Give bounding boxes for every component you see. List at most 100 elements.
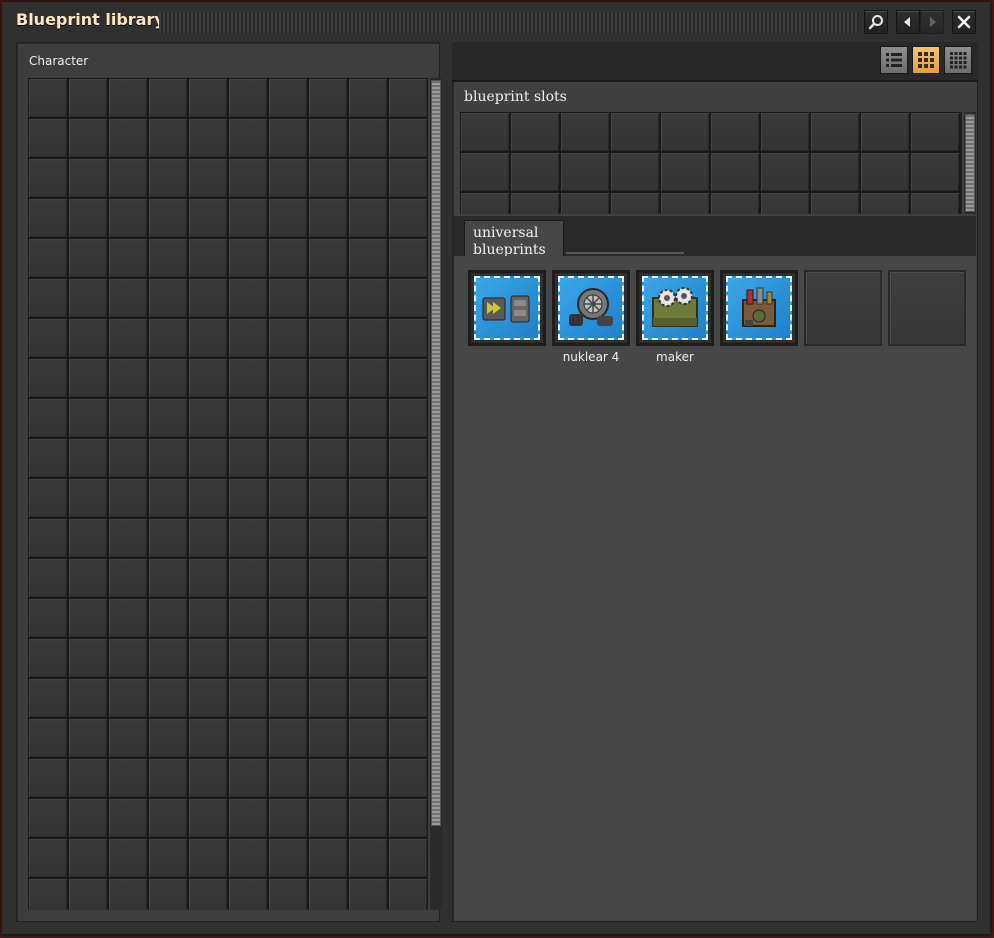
inventory-slot[interactable] — [68, 358, 108, 398]
inventory-slot[interactable] — [148, 358, 188, 398]
blueprint-slot[interactable] — [610, 112, 660, 152]
inventory-slot[interactable] — [28, 278, 68, 318]
blueprint-slot[interactable] — [810, 112, 860, 152]
inventory-slot[interactable] — [388, 838, 428, 878]
inventory-slot[interactable] — [68, 398, 108, 438]
inventory-slot[interactable] — [148, 798, 188, 838]
inventory-slot[interactable] — [28, 598, 68, 638]
inventory-slot[interactable] — [348, 798, 388, 838]
inventory-slot[interactable] — [388, 758, 428, 798]
inventory-slot[interactable] — [188, 238, 228, 278]
inventory-slot[interactable] — [388, 158, 428, 198]
inventory-slot[interactable] — [388, 78, 428, 118]
inventory-slot[interactable] — [388, 358, 428, 398]
inventory-slot[interactable] — [148, 598, 188, 638]
inventory-slot[interactable] — [228, 358, 268, 398]
inventory-slot[interactable] — [188, 518, 228, 558]
inventory-slot[interactable] — [28, 478, 68, 518]
inventory-slot[interactable] — [68, 838, 108, 878]
inventory-slot[interactable] — [108, 78, 148, 118]
inventory-slot[interactable] — [268, 198, 308, 238]
blueprint-slot[interactable] — [660, 152, 710, 192]
inventory-slot[interactable] — [148, 718, 188, 758]
character-scrollbar[interactable] — [430, 78, 442, 910]
inventory-slot[interactable] — [308, 278, 348, 318]
inventory-slot[interactable] — [228, 678, 268, 718]
inventory-slot[interactable] — [228, 558, 268, 598]
inventory-slot[interactable] — [308, 878, 348, 910]
blueprint-slot[interactable] — [660, 112, 710, 152]
inventory-slot[interactable] — [108, 118, 148, 158]
inventory-slot[interactable] — [268, 238, 308, 278]
inventory-slot[interactable] — [348, 78, 388, 118]
inventory-slot[interactable] — [148, 158, 188, 198]
back-button[interactable] — [896, 10, 920, 34]
blueprint-slot[interactable] — [860, 152, 910, 192]
inventory-slot[interactable] — [268, 558, 308, 598]
inventory-slot[interactable] — [348, 318, 388, 358]
inventory-slot[interactable] — [108, 278, 148, 318]
inventory-slot[interactable] — [188, 638, 228, 678]
inventory-slot[interactable] — [348, 198, 388, 238]
inventory-slot[interactable] — [188, 78, 228, 118]
inventory-slot[interactable] — [68, 198, 108, 238]
inventory-slot[interactable] — [268, 318, 308, 358]
inventory-slot[interactable] — [228, 838, 268, 878]
inventory-slot[interactable] — [28, 558, 68, 598]
inventory-slot[interactable] — [68, 758, 108, 798]
small-grid-view-button[interactable] — [944, 46, 972, 74]
inventory-slot[interactable] — [228, 518, 268, 558]
inventory-slot[interactable] — [188, 198, 228, 238]
inventory-slot[interactable] — [308, 518, 348, 558]
inventory-slot[interactable] — [348, 438, 388, 478]
inventory-slot[interactable] — [28, 798, 68, 838]
inventory-slot[interactable] — [268, 758, 308, 798]
blueprint-slot[interactable] — [760, 152, 810, 192]
inventory-slot[interactable] — [108, 438, 148, 478]
blueprint-slot[interactable] — [460, 152, 510, 192]
inventory-slot[interactable] — [28, 718, 68, 758]
inventory-slot[interactable] — [348, 678, 388, 718]
tab-universal-blueprints[interactable]: universal blueprints — [464, 220, 564, 258]
inventory-slot[interactable] — [148, 78, 188, 118]
inventory-slot[interactable] — [228, 398, 268, 438]
inventory-slot[interactable] — [388, 318, 428, 358]
inventory-slot[interactable] — [108, 598, 148, 638]
inventory-slot[interactable] — [108, 758, 148, 798]
inventory-slot[interactable] — [148, 238, 188, 278]
inventory-slot[interactable] — [388, 398, 428, 438]
inventory-slot[interactable] — [268, 438, 308, 478]
slots-scrollbar[interactable] — [964, 112, 976, 214]
inventory-slot[interactable] — [388, 598, 428, 638]
inventory-slot[interactable] — [228, 198, 268, 238]
inventory-slot[interactable] — [228, 598, 268, 638]
inventory-slot[interactable] — [308, 638, 348, 678]
inventory-slot[interactable] — [108, 838, 148, 878]
inventory-slot[interactable] — [68, 798, 108, 838]
inventory-slot[interactable] — [28, 438, 68, 478]
blueprint-slot[interactable] — [810, 152, 860, 192]
inventory-slot[interactable] — [308, 478, 348, 518]
inventory-slot[interactable] — [308, 358, 348, 398]
blueprint-slot[interactable] — [460, 192, 510, 214]
inventory-slot[interactable] — [108, 638, 148, 678]
blueprint-slot[interactable] — [860, 192, 910, 214]
blueprint-slot[interactable] — [760, 192, 810, 214]
inventory-slot[interactable] — [268, 398, 308, 438]
blueprint-slot[interactable] — [460, 112, 510, 152]
inventory-slot[interactable] — [388, 238, 428, 278]
inventory-slot[interactable] — [108, 878, 148, 910]
inventory-slot[interactable] — [28, 78, 68, 118]
search-button[interactable] — [864, 10, 888, 34]
blueprint-slot[interactable] — [810, 192, 860, 214]
inventory-slot[interactable] — [268, 638, 308, 678]
inventory-slot[interactable] — [108, 238, 148, 278]
blueprint-item-1[interactable] — [468, 270, 546, 350]
inventory-slot[interactable] — [108, 718, 148, 758]
inventory-slot[interactable] — [68, 478, 108, 518]
inventory-slot[interactable] — [228, 78, 268, 118]
inventory-slot[interactable] — [108, 198, 148, 238]
inventory-slot[interactable] — [268, 838, 308, 878]
inventory-slot[interactable] — [68, 518, 108, 558]
inventory-slot[interactable] — [308, 718, 348, 758]
